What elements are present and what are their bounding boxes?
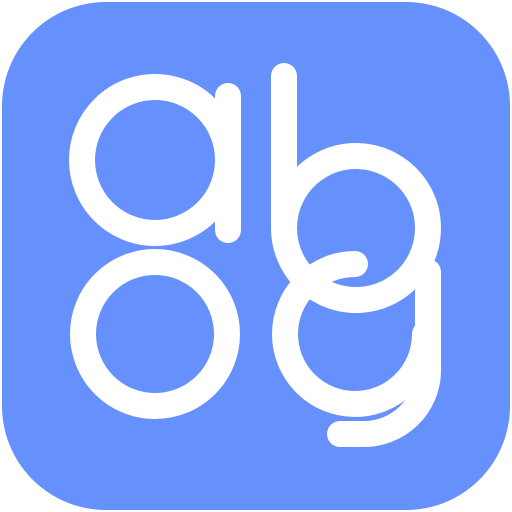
app-icon[interactable] <box>0 0 512 512</box>
app-icon-canvas <box>0 0 512 512</box>
